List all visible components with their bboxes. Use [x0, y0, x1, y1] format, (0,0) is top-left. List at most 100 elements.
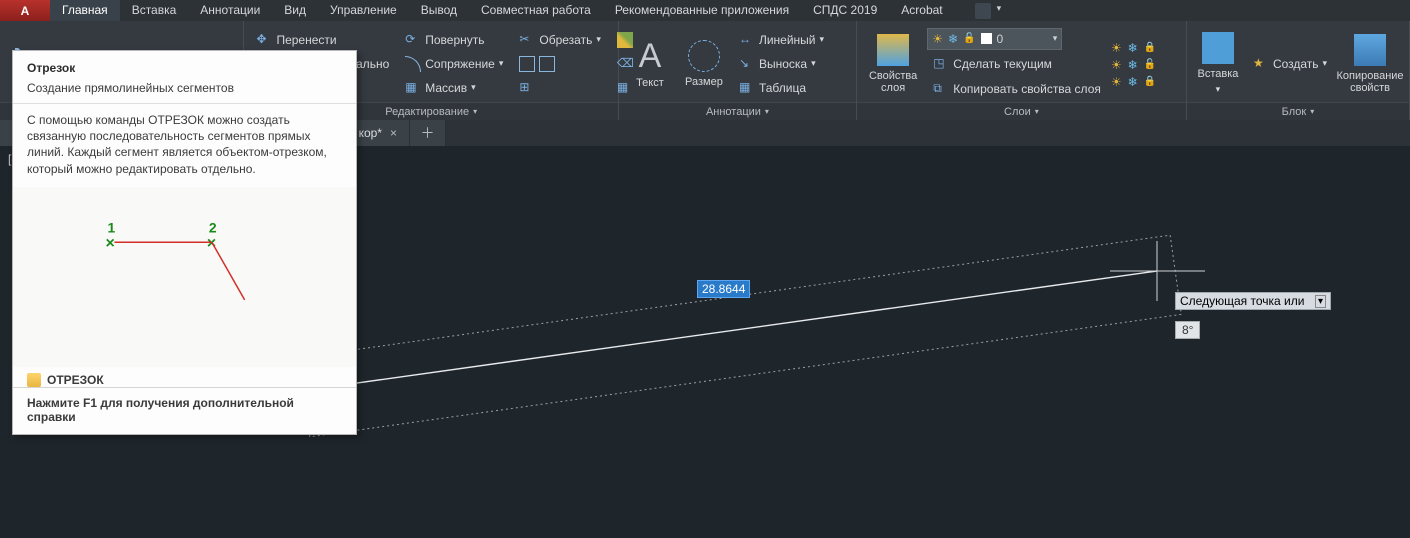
- layer-current-icon: ◳: [933, 56, 949, 72]
- chevron-down-icon: ▾: [1053, 33, 1058, 44]
- trim-icon: ✂: [519, 32, 535, 48]
- document-name: кор*: [359, 126, 382, 140]
- match-props-icon: [1354, 34, 1386, 66]
- stretch-icon: [519, 56, 535, 72]
- expand-icon[interactable]: ▾: [1310, 107, 1314, 116]
- command-icon: [27, 373, 41, 387]
- move-label: Перенести: [276, 33, 336, 47]
- table-icon: ▦: [739, 80, 755, 96]
- insert-block-button[interactable]: Вставка ▾: [1193, 25, 1243, 102]
- linear-dim-button[interactable]: ↔ Линейный▾: [733, 29, 830, 51]
- prompt-dropdown-icon[interactable]: ▾: [1315, 295, 1326, 308]
- fillet-icon: [405, 56, 421, 72]
- layer-tool-icon[interactable]: ❄: [1128, 58, 1138, 72]
- leader-icon: ↘: [739, 56, 755, 72]
- leader-button[interactable]: ↘ Выноска▾: [733, 53, 830, 75]
- array-button[interactable]: ▦ Массив ▾: [399, 77, 509, 99]
- tab-acrobat[interactable]: Acrobat: [889, 0, 954, 21]
- length-input[interactable]: 28.8644: [697, 280, 750, 298]
- icon-row[interactable]: [513, 53, 606, 75]
- quick-tool-1[interactable]: [975, 3, 991, 19]
- selection-rect: [299, 235, 1182, 437]
- layer-tool-icon[interactable]: ☀: [1111, 58, 1122, 72]
- tooltip-title: Отрезок: [13, 51, 356, 81]
- array-label: Массив: [425, 81, 467, 95]
- icon-row-2[interactable]: ⊞: [513, 77, 606, 99]
- table-button[interactable]: ▦ Таблица: [733, 77, 830, 99]
- insert-icon: [1202, 32, 1234, 64]
- make-current-label: Сделать текущим: [953, 57, 1052, 71]
- rotate-button[interactable]: ⟳ Повернуть: [399, 29, 509, 51]
- chevron-down-icon: ▾: [997, 3, 1013, 19]
- tab-home[interactable]: Главная: [50, 0, 120, 21]
- angle-input[interactable]: 8°: [1175, 321, 1200, 339]
- layer-props-button[interactable]: Свойства слоя: [863, 25, 923, 102]
- create-icon: ★: [1253, 56, 1269, 72]
- layer-tool-icon[interactable]: ☀: [1111, 41, 1122, 55]
- trim-button[interactable]: ✂ Обрезать ▾: [513, 29, 606, 51]
- color-swatch: [981, 33, 992, 44]
- close-tab-icon[interactable]: ×: [390, 126, 397, 140]
- copy-props-label: Копировать свойства слоя: [953, 82, 1101, 96]
- rotate-label: Повернуть: [425, 33, 484, 47]
- layer-tool-icon[interactable]: 🔓: [1144, 59, 1156, 70]
- expand-icon[interactable]: ▾: [765, 107, 769, 116]
- tab-annot[interactable]: Аннотации: [188, 0, 272, 21]
- tab-manage[interactable]: Управление: [318, 0, 409, 21]
- tab-view[interactable]: Вид: [272, 0, 318, 21]
- line-tooltip: Отрезок Создание прямолинейных сегментов…: [12, 50, 357, 435]
- sun-icon: ☀: [932, 32, 943, 46]
- tab-spds[interactable]: СПДС 2019: [801, 0, 889, 21]
- tooltip-subtitle: Создание прямолинейных сегментов: [13, 81, 356, 103]
- layer-tool-icon[interactable]: 🔒: [1144, 76, 1156, 87]
- text-button[interactable]: A Текст: [625, 25, 675, 102]
- svg-text:×: ×: [207, 235, 216, 252]
- fillet-button[interactable]: Сопряжение ▾: [399, 53, 509, 75]
- fillet-label: Сопряжение: [425, 57, 495, 71]
- prompt-text: Следующая точка или: [1180, 294, 1304, 308]
- move-button[interactable]: ✥ Перенести: [250, 29, 395, 51]
- tab-collab[interactable]: Совместная работа: [469, 0, 603, 21]
- leader-label: Выноска: [759, 57, 807, 71]
- text-icon: A: [639, 39, 662, 73]
- expand-icon[interactable]: ▾: [473, 107, 477, 116]
- layer-combo[interactable]: ☀ ❄ 🔓 0 ▾: [927, 28, 1062, 50]
- expand-icon[interactable]: ▾: [1035, 107, 1039, 116]
- command-prompt[interactable]: Следующая точка или ▾: [1175, 292, 1331, 310]
- tab-output[interactable]: Вывод: [409, 0, 469, 21]
- copy-layer-props-button[interactable]: ⧉ Копировать свойства слоя: [927, 78, 1107, 100]
- insert-label: Вставка: [1198, 68, 1239, 80]
- create-block-button[interactable]: ★ Создать▾: [1247, 53, 1333, 75]
- layer-tool-icon[interactable]: ❄: [1128, 75, 1138, 89]
- layer-props-icon: [877, 34, 909, 66]
- copy-props-button[interactable]: Копирование свойств: [1337, 25, 1403, 102]
- text-label: Текст: [636, 77, 664, 89]
- copy-obj-props-label: Копирование свойств: [1337, 70, 1404, 94]
- lock-icon: 🔓: [963, 33, 975, 44]
- rotate-icon: ⟳: [405, 32, 421, 48]
- dimension-label: Размер: [685, 76, 723, 88]
- new-tab-button[interactable]: ＋: [410, 120, 446, 146]
- tooltip-command: ОТРЕЗОК: [47, 373, 104, 387]
- panel-title-layers: Слои: [1004, 106, 1031, 118]
- explode-icon: [539, 56, 555, 72]
- app-logo[interactable]: A: [0, 0, 50, 21]
- table-label: Таблица: [759, 81, 806, 95]
- point1-label: 1: [107, 219, 115, 235]
- layer-tool-icon[interactable]: ☀: [1111, 75, 1122, 89]
- dimension-button[interactable]: Размер: [679, 25, 729, 102]
- linear-icon: ↔: [739, 32, 755, 48]
- tab-apps[interactable]: Рекомендованные приложения: [603, 0, 801, 21]
- array-icon: ▦: [405, 80, 421, 96]
- make-current-button[interactable]: ◳ Сделать текущим: [927, 53, 1107, 75]
- svg-text:×: ×: [105, 235, 114, 252]
- tab-insert[interactable]: Вставка: [120, 0, 189, 21]
- layer-tool-icon[interactable]: 🔒: [1144, 42, 1156, 53]
- layer-value: 0: [997, 32, 1004, 46]
- copy-props-icon: ⧉: [933, 81, 949, 97]
- trim-label: Обрезать: [539, 33, 592, 47]
- linear-label: Линейный: [759, 33, 816, 47]
- layer-tool-icon[interactable]: ❄: [1128, 41, 1138, 55]
- panel-title-annot: Аннотации: [706, 106, 761, 118]
- panel-title-block: Блок: [1282, 106, 1307, 118]
